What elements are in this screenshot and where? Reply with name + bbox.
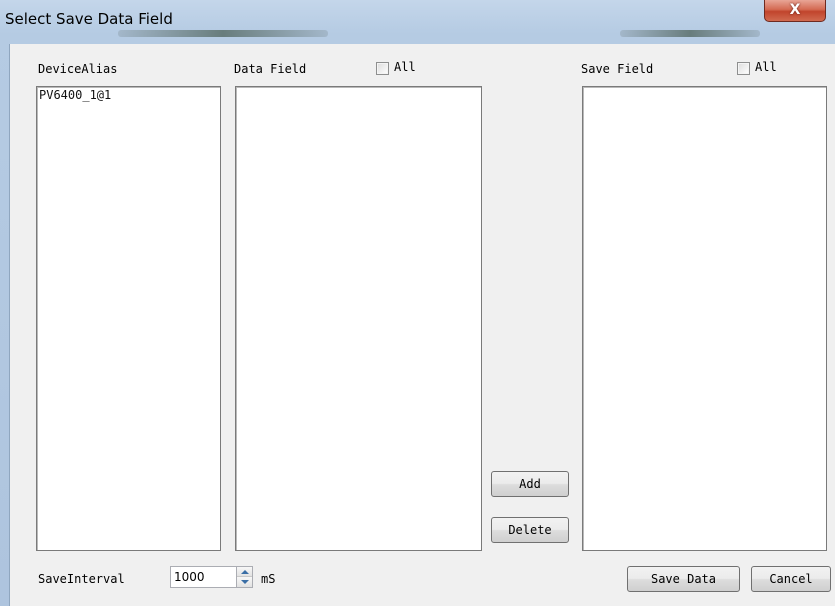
list-item[interactable]: PV6400_1@1 xyxy=(39,88,111,102)
title-blur-decoration xyxy=(620,30,760,37)
save-interval-label: SaveInterval xyxy=(38,572,125,586)
save-field-list[interactable] xyxy=(582,86,827,551)
close-icon: X xyxy=(789,2,801,18)
cancel-button[interactable]: Cancel xyxy=(751,566,831,592)
save-data-button[interactable]: Save Data xyxy=(627,566,740,592)
title-blur-decoration xyxy=(118,30,328,37)
save-interval-input[interactable] xyxy=(170,566,237,588)
save-field-all-checkbox[interactable] xyxy=(737,62,750,75)
data-field-header: Data Field xyxy=(234,62,307,76)
save-field-all-label: All xyxy=(755,60,777,74)
window-title: Select Save Data Field xyxy=(5,10,173,28)
device-alias-header: DeviceAlias xyxy=(38,62,118,76)
data-field-all-label: All xyxy=(394,60,416,74)
close-button[interactable]: X xyxy=(764,0,826,22)
save-interval-spinner[interactable] xyxy=(236,566,253,588)
delete-button[interactable]: Delete xyxy=(491,517,569,543)
spin-up-button[interactable] xyxy=(237,567,252,577)
save-interval-unit: mS xyxy=(261,572,276,586)
chevron-up-icon xyxy=(240,569,249,574)
data-field-list[interactable] xyxy=(235,86,482,551)
chevron-down-icon xyxy=(240,580,249,584)
add-button[interactable]: Add xyxy=(491,471,569,497)
dialog-client-area: DeviceAlias PV6400_1@1 Data Field All Ad… xyxy=(9,44,835,606)
data-field-all-checkbox[interactable] xyxy=(376,62,389,75)
device-alias-list[interactable]: PV6400_1@1 xyxy=(36,86,221,551)
dialog-window: Select Save Data Field X DeviceAlias PV6… xyxy=(0,0,835,606)
spin-down-button[interactable] xyxy=(237,577,252,587)
title-bar[interactable]: Select Save Data Field X xyxy=(0,0,835,44)
save-field-header: Save Field xyxy=(581,62,654,76)
